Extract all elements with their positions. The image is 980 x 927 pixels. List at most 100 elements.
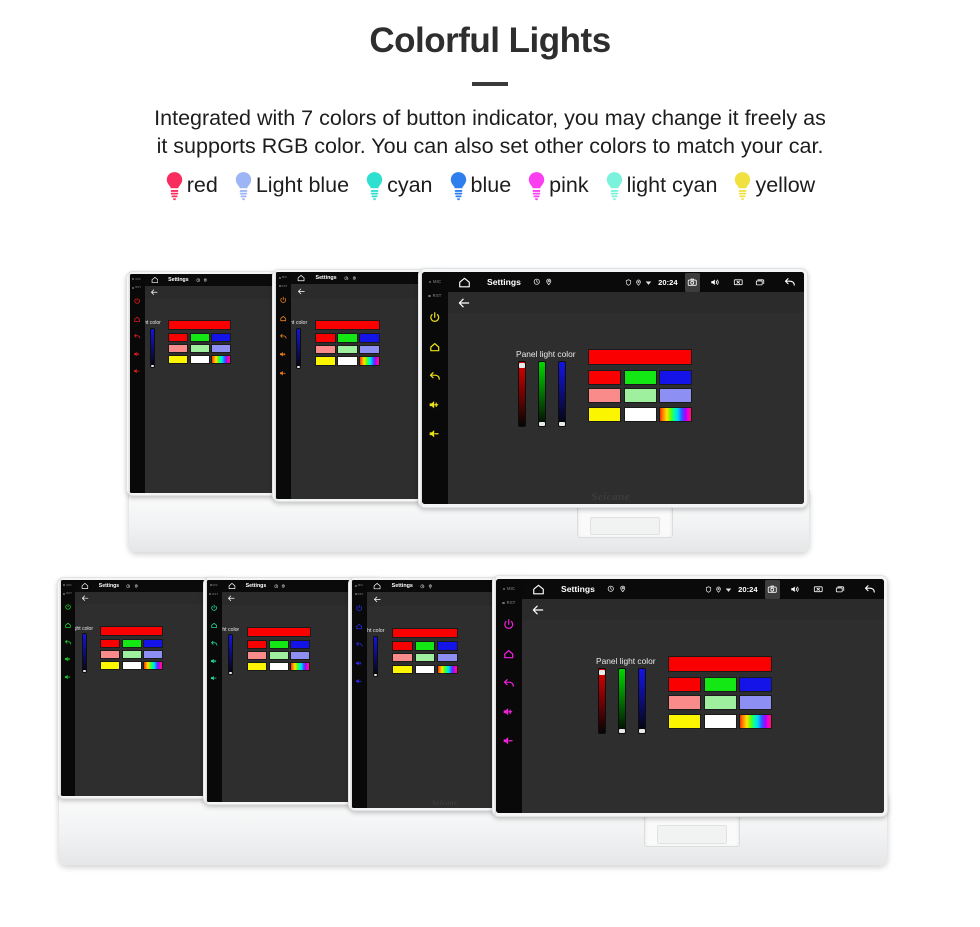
volume-down-icon[interactable]	[355, 677, 363, 685]
back-key-icon[interactable]	[133, 332, 141, 340]
home-icon[interactable]	[373, 582, 381, 590]
color-swatch[interactable]	[392, 664, 413, 674]
color-swatch[interactable]	[168, 333, 189, 343]
color-swatch[interactable]	[703, 695, 737, 711]
color-swatch[interactable]	[414, 641, 436, 651]
rainbow-swatch[interactable]	[359, 356, 380, 366]
rainbow-swatch[interactable]	[436, 664, 458, 674]
color-swatch[interactable]	[623, 406, 657, 422]
color-swatch[interactable]	[168, 355, 189, 365]
arrow-left-icon[interactable]	[531, 603, 545, 617]
color-preview-bar[interactable]	[100, 625, 163, 636]
rainbow-swatch[interactable]	[290, 662, 311, 672]
color-swatch[interactable]	[189, 333, 210, 343]
volume-up-icon[interactable]	[64, 655, 72, 663]
home-key-icon[interactable]	[279, 314, 287, 322]
rainbow-swatch[interactable]	[739, 713, 773, 729]
color-swatch[interactable]	[314, 333, 336, 343]
color-swatch[interactable]	[143, 638, 163, 648]
speaker-icon[interactable]	[707, 273, 723, 292]
arrow-left-icon[interactable]	[81, 594, 89, 602]
color-swatch[interactable]	[436, 652, 458, 663]
arrow-left-icon[interactable]	[227, 594, 236, 603]
blue-slider-thumb[interactable]	[297, 365, 301, 368]
home-icon[interactable]	[151, 276, 159, 284]
home-icon[interactable]	[297, 274, 305, 282]
color-swatch[interactable]	[623, 370, 657, 385]
color-swatch[interactable]	[739, 695, 773, 711]
home-icon[interactable]	[458, 276, 471, 289]
color-preview-bar[interactable]	[588, 349, 693, 365]
close-box-icon[interactable]	[730, 273, 746, 292]
location-pin-icon[interactable]	[715, 586, 722, 593]
color-swatch[interactable]	[246, 662, 267, 672]
back-arrow-icon[interactable]	[782, 273, 798, 292]
color-swatch[interactable]	[659, 370, 693, 385]
blue-slider-thumb[interactable]	[83, 669, 87, 672]
color-swatch[interactable]	[668, 713, 701, 729]
clock-icon[interactable]	[420, 584, 425, 589]
volume-down-icon[interactable]	[428, 427, 442, 441]
power-icon[interactable]	[64, 603, 72, 611]
blue-slider-thumb[interactable]	[559, 421, 566, 426]
home-key-icon[interactable]	[355, 622, 363, 630]
red-slider[interactable]	[598, 668, 607, 734]
power-icon[interactable]	[502, 618, 516, 632]
color-swatch[interactable]	[588, 370, 621, 385]
volume-down-icon[interactable]	[502, 734, 516, 748]
clock-icon[interactable]	[196, 278, 201, 283]
power-icon[interactable]	[355, 604, 363, 612]
clock-icon[interactable]	[344, 276, 349, 281]
volume-down-icon[interactable]	[64, 673, 72, 681]
color-swatch[interactable]	[143, 649, 163, 659]
blue-slider[interactable]	[82, 633, 88, 673]
color-swatch[interactable]	[337, 356, 358, 366]
blue-slider-thumb[interactable]	[229, 671, 233, 674]
home-key-icon[interactable]	[502, 647, 516, 661]
home-icon[interactable]	[81, 582, 89, 590]
location-icon[interactable]	[203, 278, 208, 283]
color-swatch[interactable]	[337, 344, 358, 354]
blue-slider[interactable]	[150, 327, 156, 368]
color-swatch[interactable]	[246, 651, 267, 661]
home-key-icon[interactable]	[133, 315, 141, 323]
power-icon[interactable]	[428, 311, 442, 325]
recents-icon[interactable]	[833, 580, 849, 599]
color-swatch[interactable]	[659, 388, 693, 404]
rainbow-swatch[interactable]	[143, 660, 163, 670]
clock-icon[interactable]	[607, 585, 615, 593]
color-swatch[interactable]	[246, 639, 267, 649]
color-swatch[interactable]	[392, 641, 413, 651]
color-swatch[interactable]	[314, 344, 336, 354]
blue-slider-thumb[interactable]	[151, 364, 155, 367]
color-swatch[interactable]	[414, 652, 436, 663]
blue-slider[interactable]	[638, 668, 647, 734]
camera-icon[interactable]	[684, 272, 701, 292]
speaker-icon[interactable]	[787, 580, 803, 599]
back-key-icon[interactable]	[428, 369, 442, 383]
color-swatch[interactable]	[668, 677, 701, 692]
clock-icon[interactable]	[533, 278, 541, 286]
color-swatch[interactable]	[359, 333, 380, 343]
color-swatch[interactable]	[100, 649, 121, 659]
color-swatch[interactable]	[100, 660, 121, 670]
color-swatch[interactable]	[100, 638, 121, 648]
volume-down-icon[interactable]	[210, 674, 218, 682]
color-swatch[interactable]	[359, 344, 380, 354]
color-swatch[interactable]	[189, 344, 210, 354]
color-swatch[interactable]	[121, 638, 142, 648]
color-swatch[interactable]	[414, 664, 436, 674]
shield-icon[interactable]	[705, 585, 712, 593]
power-icon[interactable]	[279, 296, 287, 304]
power-icon[interactable]	[210, 604, 218, 612]
back-arrow-icon[interactable]	[862, 580, 878, 599]
color-swatch[interactable]	[211, 344, 232, 354]
color-preview-bar[interactable]	[668, 656, 773, 672]
location-icon[interactable]	[281, 584, 286, 589]
color-swatch[interactable]	[739, 677, 773, 692]
location-icon[interactable]	[428, 584, 433, 589]
home-icon[interactable]	[532, 583, 545, 596]
color-swatch[interactable]	[703, 713, 737, 729]
red-slider-thumb[interactable]	[599, 670, 606, 676]
device-magenta[interactable]: MIC RST Settings 20:24 Panel light color	[492, 575, 888, 817]
